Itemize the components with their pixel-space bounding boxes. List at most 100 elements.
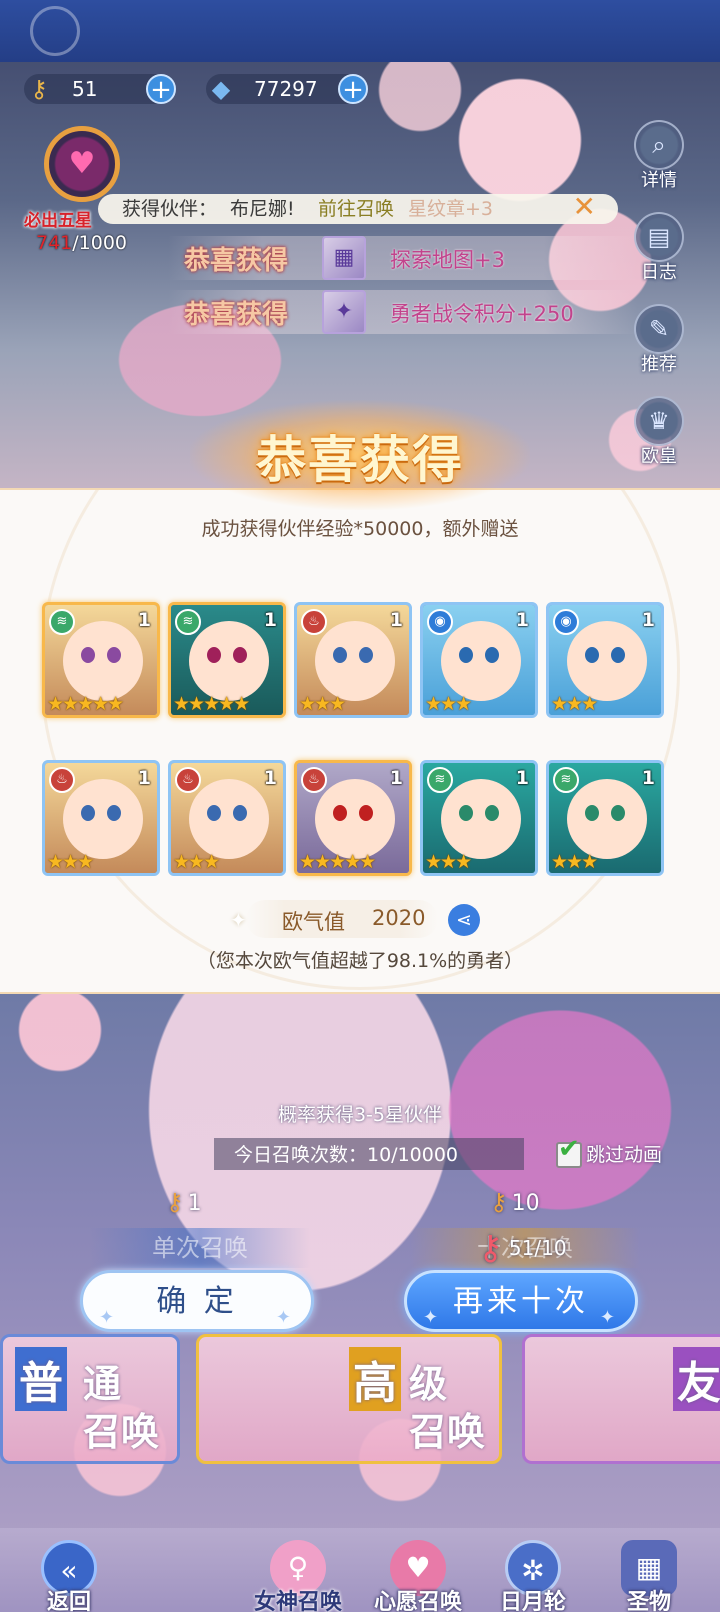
star-rating: ★★★★★ <box>173 693 250 715</box>
details-label: 详情 <box>641 170 677 191</box>
star-rating: ★★★ <box>551 851 598 873</box>
card-level: 1 <box>263 767 277 789</box>
reward-card[interactable]: ≋ 1 ★★★ <box>546 760 664 876</box>
probability-text: 概率获得3-5星伙伴 <box>277 1104 443 1126</box>
advanced-summon-banner[interactable]: 高 级 召唤 <box>196 1334 502 1464</box>
sparkle-icon: ✦ <box>230 908 247 932</box>
card-level: 1 <box>389 609 403 631</box>
partner-eye <box>585 647 599 663</box>
summon-again-button[interactable]: ✦ 再来十次 ✦ <box>404 1270 638 1332</box>
nav-sun-moon-wheel[interactable]: ✲ 日月轮 <box>478 1540 588 1612</box>
ticket-count: ⚷ 51/10 <box>478 1228 567 1268</box>
nav-wish-summon[interactable]: ♥ 心愿召唤 <box>358 1540 478 1612</box>
grant-title: 恭喜获得 <box>184 300 289 330</box>
friend-summon-banner[interactable]: 友 <box>522 1334 720 1464</box>
nav-back-label: 返回 <box>46 1590 91 1612</box>
close-icon[interactable]: ✕ <box>573 192 596 222</box>
normal-summon-banner[interactable]: 普 通 召唤 <box>0 1334 180 1464</box>
feather-icon: ✎ <box>634 304 684 354</box>
single-cost-value: 1 <box>187 1191 202 1216</box>
notification-partner: 布尼娜! <box>230 198 295 220</box>
key-icon: ⚷ <box>490 1188 508 1216</box>
banner-big-char: 友 <box>673 1347 720 1411</box>
confirm-button[interactable]: ✦ 确 定 ✦ <box>80 1270 314 1332</box>
card-level: 1 <box>389 767 403 789</box>
notification-faded-text: 星纹章+3 <box>408 198 494 220</box>
partner-face <box>441 779 521 859</box>
recommend-label: 推荐 <box>641 354 677 375</box>
partner-eye <box>233 647 247 663</box>
details-button[interactable]: ⌕ 详情 <box>628 120 690 192</box>
pity-total: /1000 <box>72 232 128 254</box>
grant-desc: 探索地图+3 <box>390 248 505 272</box>
star-rating: ★★★ <box>299 693 346 715</box>
star-rating: ★★★★★ <box>47 693 124 715</box>
luck-label: 欧气值 <box>282 910 345 934</box>
nav-back[interactable]: « 返回 <box>14 1540 124 1612</box>
partner-eye <box>81 647 95 663</box>
banner-label: 召唤 <box>409 1410 486 1454</box>
fire-element-icon: ♨ <box>301 767 327 793</box>
partner-notification: 获得伙伴： 布尼娜! 前往召唤 星纹章+3 ✕ <box>98 192 618 224</box>
reward-card[interactable]: ♨ 1 ★★★★★ <box>294 760 412 876</box>
book-icon: ▤ <box>634 212 684 262</box>
single-cost: ⚷ 1 <box>166 1188 202 1216</box>
grant-title: 恭喜获得 <box>184 246 289 276</box>
fire-element-icon: ♨ <box>175 767 201 793</box>
reward-card[interactable]: ◉ 1 ★★★ <box>420 602 538 718</box>
card-level: 1 <box>515 609 529 631</box>
partner-eye <box>333 805 347 821</box>
partner-face <box>63 621 143 701</box>
wind-element-icon: ≋ <box>427 767 453 793</box>
luck-value: 2020 <box>372 906 426 930</box>
banner-char: 级 <box>409 1362 448 1406</box>
fire-element-icon: ♨ <box>301 609 327 635</box>
nav-goddess-summon[interactable]: ♀ 女神召唤 <box>238 1540 358 1612</box>
partner-face <box>315 779 395 859</box>
add-crystals-button[interactable]: + <box>338 74 368 104</box>
summon-again-label: 再来十次 <box>453 1284 589 1319</box>
map-icon: ▦ <box>322 236 366 280</box>
battle-pass-icon: ✦ <box>322 290 366 334</box>
star-rating: ★★★ <box>551 693 598 715</box>
water-element-icon: ◉ <box>427 609 453 635</box>
reward-card[interactable]: ≋ 1 ★★★★★ <box>42 602 160 718</box>
reward-card[interactable]: ♨ 1 ★★★ <box>168 760 286 876</box>
today-count: 今日召唤次数：10/10000 <box>234 1144 459 1166</box>
partner-eye <box>333 647 347 663</box>
top-bar <box>0 0 720 62</box>
share-icon[interactable]: ⋖ <box>448 904 480 936</box>
partner-face <box>567 621 647 701</box>
partner-face <box>189 621 269 701</box>
notification-prefix: 获得伙伴： <box>122 198 218 220</box>
reward-card[interactable]: ♨ 1 ★★★ <box>294 602 412 718</box>
partner-eye <box>611 647 625 663</box>
water-element-icon: ◉ <box>553 609 579 635</box>
star-rating: ★★★ <box>47 851 94 873</box>
nav-wheel-label: 日月轮 <box>499 1590 566 1612</box>
add-keys-button[interactable]: + <box>146 74 176 104</box>
single-summon-strip[interactable]: 单次召唤 <box>90 1228 310 1268</box>
reward-card[interactable]: ≋ 1 ★★★★★ <box>168 602 286 718</box>
grant-desc: 勇者战令积分+250 <box>390 302 574 326</box>
star-rating: ★★★★★ <box>299 851 376 873</box>
partner-eye <box>459 647 473 663</box>
reward-card[interactable]: ≋ 1 ★★★ <box>420 760 538 876</box>
partner-eye <box>207 805 221 821</box>
partner-eye <box>585 805 599 821</box>
luck-note: （您本次欧气值超越了98.1%的勇者） <box>196 950 524 972</box>
partner-eye <box>233 805 247 821</box>
partner-eye <box>81 805 95 821</box>
wind-element-icon: ≋ <box>49 609 75 635</box>
ten-cost-value: 10 <box>511 1191 540 1216</box>
pity-label: 必出五星 <box>24 211 92 231</box>
reward-card[interactable]: ◉ 1 ★★★ <box>546 602 664 718</box>
summon-key-icon: ⚷ <box>478 1228 503 1268</box>
key-count: 51 <box>72 77 98 101</box>
go-summon-link[interactable]: 前往召唤 <box>318 194 394 224</box>
reward-card[interactable]: ♨ 1 ★★★ <box>42 760 160 876</box>
pity-heart-icon[interactable]: ♥ <box>44 126 120 202</box>
banner-big-char: 普 <box>15 1347 67 1411</box>
nav-relic[interactable]: ▦ 圣物 <box>594 1540 704 1612</box>
confirm-label: 确 定 <box>156 1284 238 1319</box>
